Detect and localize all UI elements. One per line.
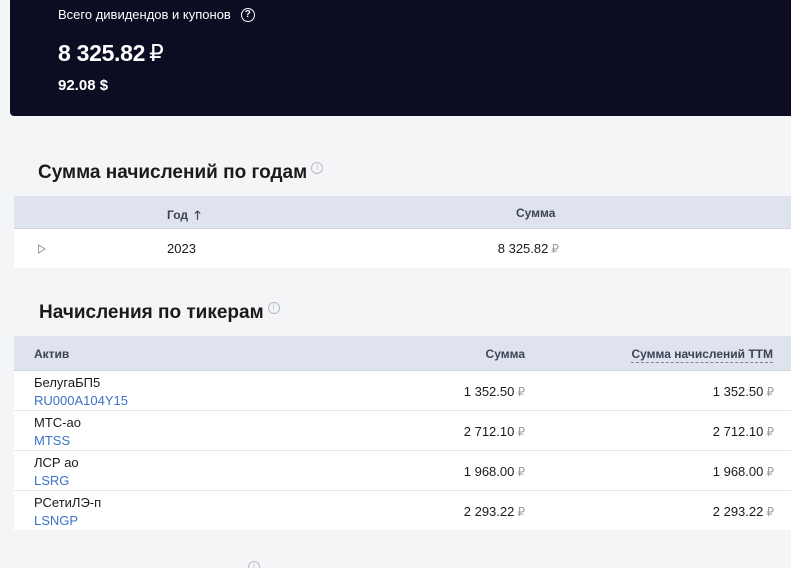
total-rub: 8 325.82 ₽: [58, 40, 164, 67]
ruble-icon: ₽: [766, 425, 774, 439]
ttm-value: 1 352.50: [712, 384, 764, 399]
ticker-link[interactable]: LSRG: [34, 473, 69, 488]
ruble-icon: ₽: [517, 505, 525, 519]
sum-value: 2 293.22: [463, 504, 515, 519]
ruble-icon: ₽: [766, 505, 774, 519]
sum-cell: 2 712.10 ₽: [464, 424, 525, 439]
asset-name: ЛСР ао: [34, 455, 79, 470]
table-row[interactable]: МТС-ао MTSS 2 712.10 ₽ 2 712.10 ₽: [14, 411, 791, 451]
ttm-cell: 2 293.22 ₽: [713, 504, 774, 519]
sum-cell: 1 352.50 ₽: [464, 384, 525, 399]
summary-label-row: Всего дивидендов и купонов ?: [58, 7, 255, 22]
year-sum-value: 8 325.82: [497, 241, 549, 256]
by-ticker-table-header: Актив Сумма Сумма начислений TTM: [14, 336, 791, 371]
ttm-cell: 1 352.50 ₽: [713, 384, 774, 399]
ticker-link[interactable]: LSNGP: [34, 513, 78, 528]
by-year-title: Сумма начислений по годам i: [38, 162, 324, 184]
summary-card: Всего дивидендов и купонов ? 8 325.82 ₽ 9…: [10, 0, 791, 116]
ruble-icon: ₽: [766, 465, 774, 479]
ruble-icon: ₽: [149, 40, 164, 66]
table-row[interactable]: РСетиЛЭ-п LSNGP 2 293.22 ₽ 2 293.22 ₽: [14, 491, 791, 530]
asset-name: РСетиЛЭ-п: [34, 495, 102, 510]
year-cell: 2023: [167, 241, 196, 256]
sum-value: 1 968.00: [463, 464, 515, 479]
by-year-table-header: Год 🡑 Сумма: [14, 196, 791, 229]
ruble-icon: ₽: [517, 385, 525, 399]
sum-value: 1 352.50: [463, 384, 515, 399]
by-year-title-text: Сумма начислений по годам: [38, 162, 308, 183]
info-icon[interactable]: i: [267, 302, 280, 314]
col-year-label: Год: [167, 208, 188, 222]
table-row[interactable]: БелугаБП5 RU000A104Y15 1 352.50 ₽ 1 352.5…: [14, 371, 791, 411]
col-sum-header[interactable]: Сумма: [486, 347, 525, 361]
asset-name: БелугаБП5: [34, 375, 101, 390]
total-rub-value: 8 325.82: [58, 40, 146, 66]
by-ticker-title-text: Начисления по тикерам: [39, 302, 264, 323]
info-icon[interactable]: i: [311, 162, 324, 174]
ttm-value: 1 968.00: [712, 464, 764, 479]
by-ticker-title: Начисления по тикерам i: [39, 302, 280, 324]
summary-label: Всего дивидендов и купонов: [58, 7, 231, 22]
ticker-link[interactable]: RU000A104Y15: [34, 393, 128, 408]
table-row[interactable]: ЛСР ао LSRG 1 968.00 ₽ 1 968.00 ₽: [14, 451, 791, 491]
help-icon[interactable]: ?: [240, 7, 255, 22]
ttm-value: 2 712.10: [712, 424, 764, 439]
ruble-icon: ₽: [517, 425, 525, 439]
col-year-header[interactable]: Год 🡑: [167, 206, 201, 227]
col-ttm-header[interactable]: Сумма начислений TTM: [631, 347, 773, 363]
sum-cell: 1 968.00 ₽: [464, 464, 525, 479]
ttm-value: 2 293.22: [712, 504, 764, 519]
ruble-icon: ₽: [517, 465, 525, 479]
sum-value: 2 712.10: [463, 424, 515, 439]
by-year-table: Год 🡑 Сумма 2023 8 325.82 ₽: [14, 196, 791, 268]
ruble-icon: ₽: [551, 242, 559, 256]
year-row[interactable]: 2023 8 325.82 ₽: [14, 229, 791, 268]
ttm-cell: 1 968.00 ₽: [713, 464, 774, 479]
ticker-link[interactable]: MTSS: [34, 433, 70, 448]
ttm-cell: 2 712.10 ₽: [713, 424, 774, 439]
col-sum-header[interactable]: Сумма: [516, 206, 555, 220]
sum-cell: 2 293.22 ₽: [464, 504, 525, 519]
expand-row-icon[interactable]: [38, 244, 46, 254]
sort-arrow-up-icon: 🡑: [194, 208, 201, 222]
asset-name: МТС-ао: [34, 415, 81, 430]
ruble-icon: ₽: [766, 385, 774, 399]
by-ticker-table: Актив Сумма Сумма начислений TTM БелугаБ…: [14, 336, 791, 530]
total-usd: 92.08 $: [58, 77, 109, 94]
info-icon[interactable]: i: [248, 561, 260, 568]
year-sum-cell: 8 325.82 ₽: [498, 241, 559, 256]
col-asset-header[interactable]: Актив: [34, 347, 69, 361]
